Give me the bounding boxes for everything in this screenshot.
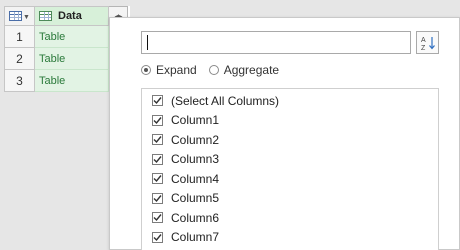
search-columns-input[interactable] (141, 31, 411, 54)
column-label: Column4 (171, 171, 220, 186)
check-icon (153, 175, 162, 183)
radio-expand[interactable]: Expand (141, 63, 197, 77)
list-item[interactable]: Column4 (142, 169, 438, 189)
svg-text:A: A (421, 37, 426, 44)
radio-aggregate[interactable]: Aggregate (208, 63, 280, 77)
column-header-label: Data (58, 10, 82, 22)
checkbox[interactable] (152, 153, 163, 165)
mode-radio-group: Expand Aggregate (141, 63, 279, 77)
checkbox[interactable] (152, 231, 163, 243)
column-label: Column6 (171, 210, 220, 225)
radio-label-expand: Expand (156, 63, 197, 77)
table-type-icon (39, 11, 52, 21)
checkbox[interactable] (152, 114, 163, 126)
check-icon (153, 136, 162, 144)
check-icon (153, 97, 162, 105)
radio-button[interactable] (141, 65, 151, 75)
checkbox[interactable] (152, 173, 163, 185)
column-label: Column3 (171, 152, 220, 167)
list-item-select-all[interactable]: (Select All Columns) (142, 91, 438, 111)
list-item[interactable]: Column7 (142, 228, 438, 248)
check-icon (153, 233, 162, 241)
sort-az-icon: A Z (421, 36, 435, 51)
checkbox[interactable] (152, 95, 163, 107)
check-icon (153, 155, 162, 163)
column-header-data[interactable]: Data (35, 6, 109, 26)
row-number[interactable]: 3 (4, 70, 35, 92)
table-cell[interactable]: Table (35, 70, 109, 92)
list-item[interactable]: Column6 (142, 208, 438, 228)
column-label: (Select All Columns) (171, 93, 280, 108)
expand-dropdown-panel: A Z Expand Aggregate (Select All Columns… (109, 17, 460, 250)
row-number[interactable]: 2 (4, 48, 35, 70)
checkbox[interactable] (152, 212, 163, 224)
row-number[interactable]: 1 (4, 26, 35, 48)
column-label: Column2 (171, 132, 220, 147)
list-item[interactable]: Column3 (142, 150, 438, 170)
list-item[interactable]: Column5 (142, 189, 438, 209)
column-label: Column7 (171, 230, 220, 245)
table-icon (9, 11, 23, 21)
sort-az-button[interactable]: A Z (416, 31, 439, 54)
column-list: (Select All Columns) Column1 Column2 Col… (141, 88, 439, 250)
column-label: Column5 (171, 191, 220, 206)
radio-label-aggregate: Aggregate (223, 63, 280, 77)
check-icon (153, 116, 162, 124)
table-cell[interactable]: Table (35, 48, 109, 70)
text-cursor (147, 35, 148, 50)
checkbox[interactable] (152, 192, 163, 204)
checkbox[interactable] (152, 134, 163, 146)
radio-button[interactable] (208, 65, 219, 75)
table-menu-button[interactable]: ▼ (4, 6, 35, 26)
column-label: Column1 (171, 113, 220, 128)
list-item[interactable]: Column2 (142, 130, 438, 150)
table-cell[interactable]: Table (35, 26, 109, 48)
svg-text:Z: Z (421, 45, 426, 51)
check-icon (153, 194, 162, 202)
chevron-down-icon: ▼ (23, 14, 30, 21)
check-icon (153, 214, 162, 222)
list-item[interactable]: Column1 (142, 111, 438, 131)
